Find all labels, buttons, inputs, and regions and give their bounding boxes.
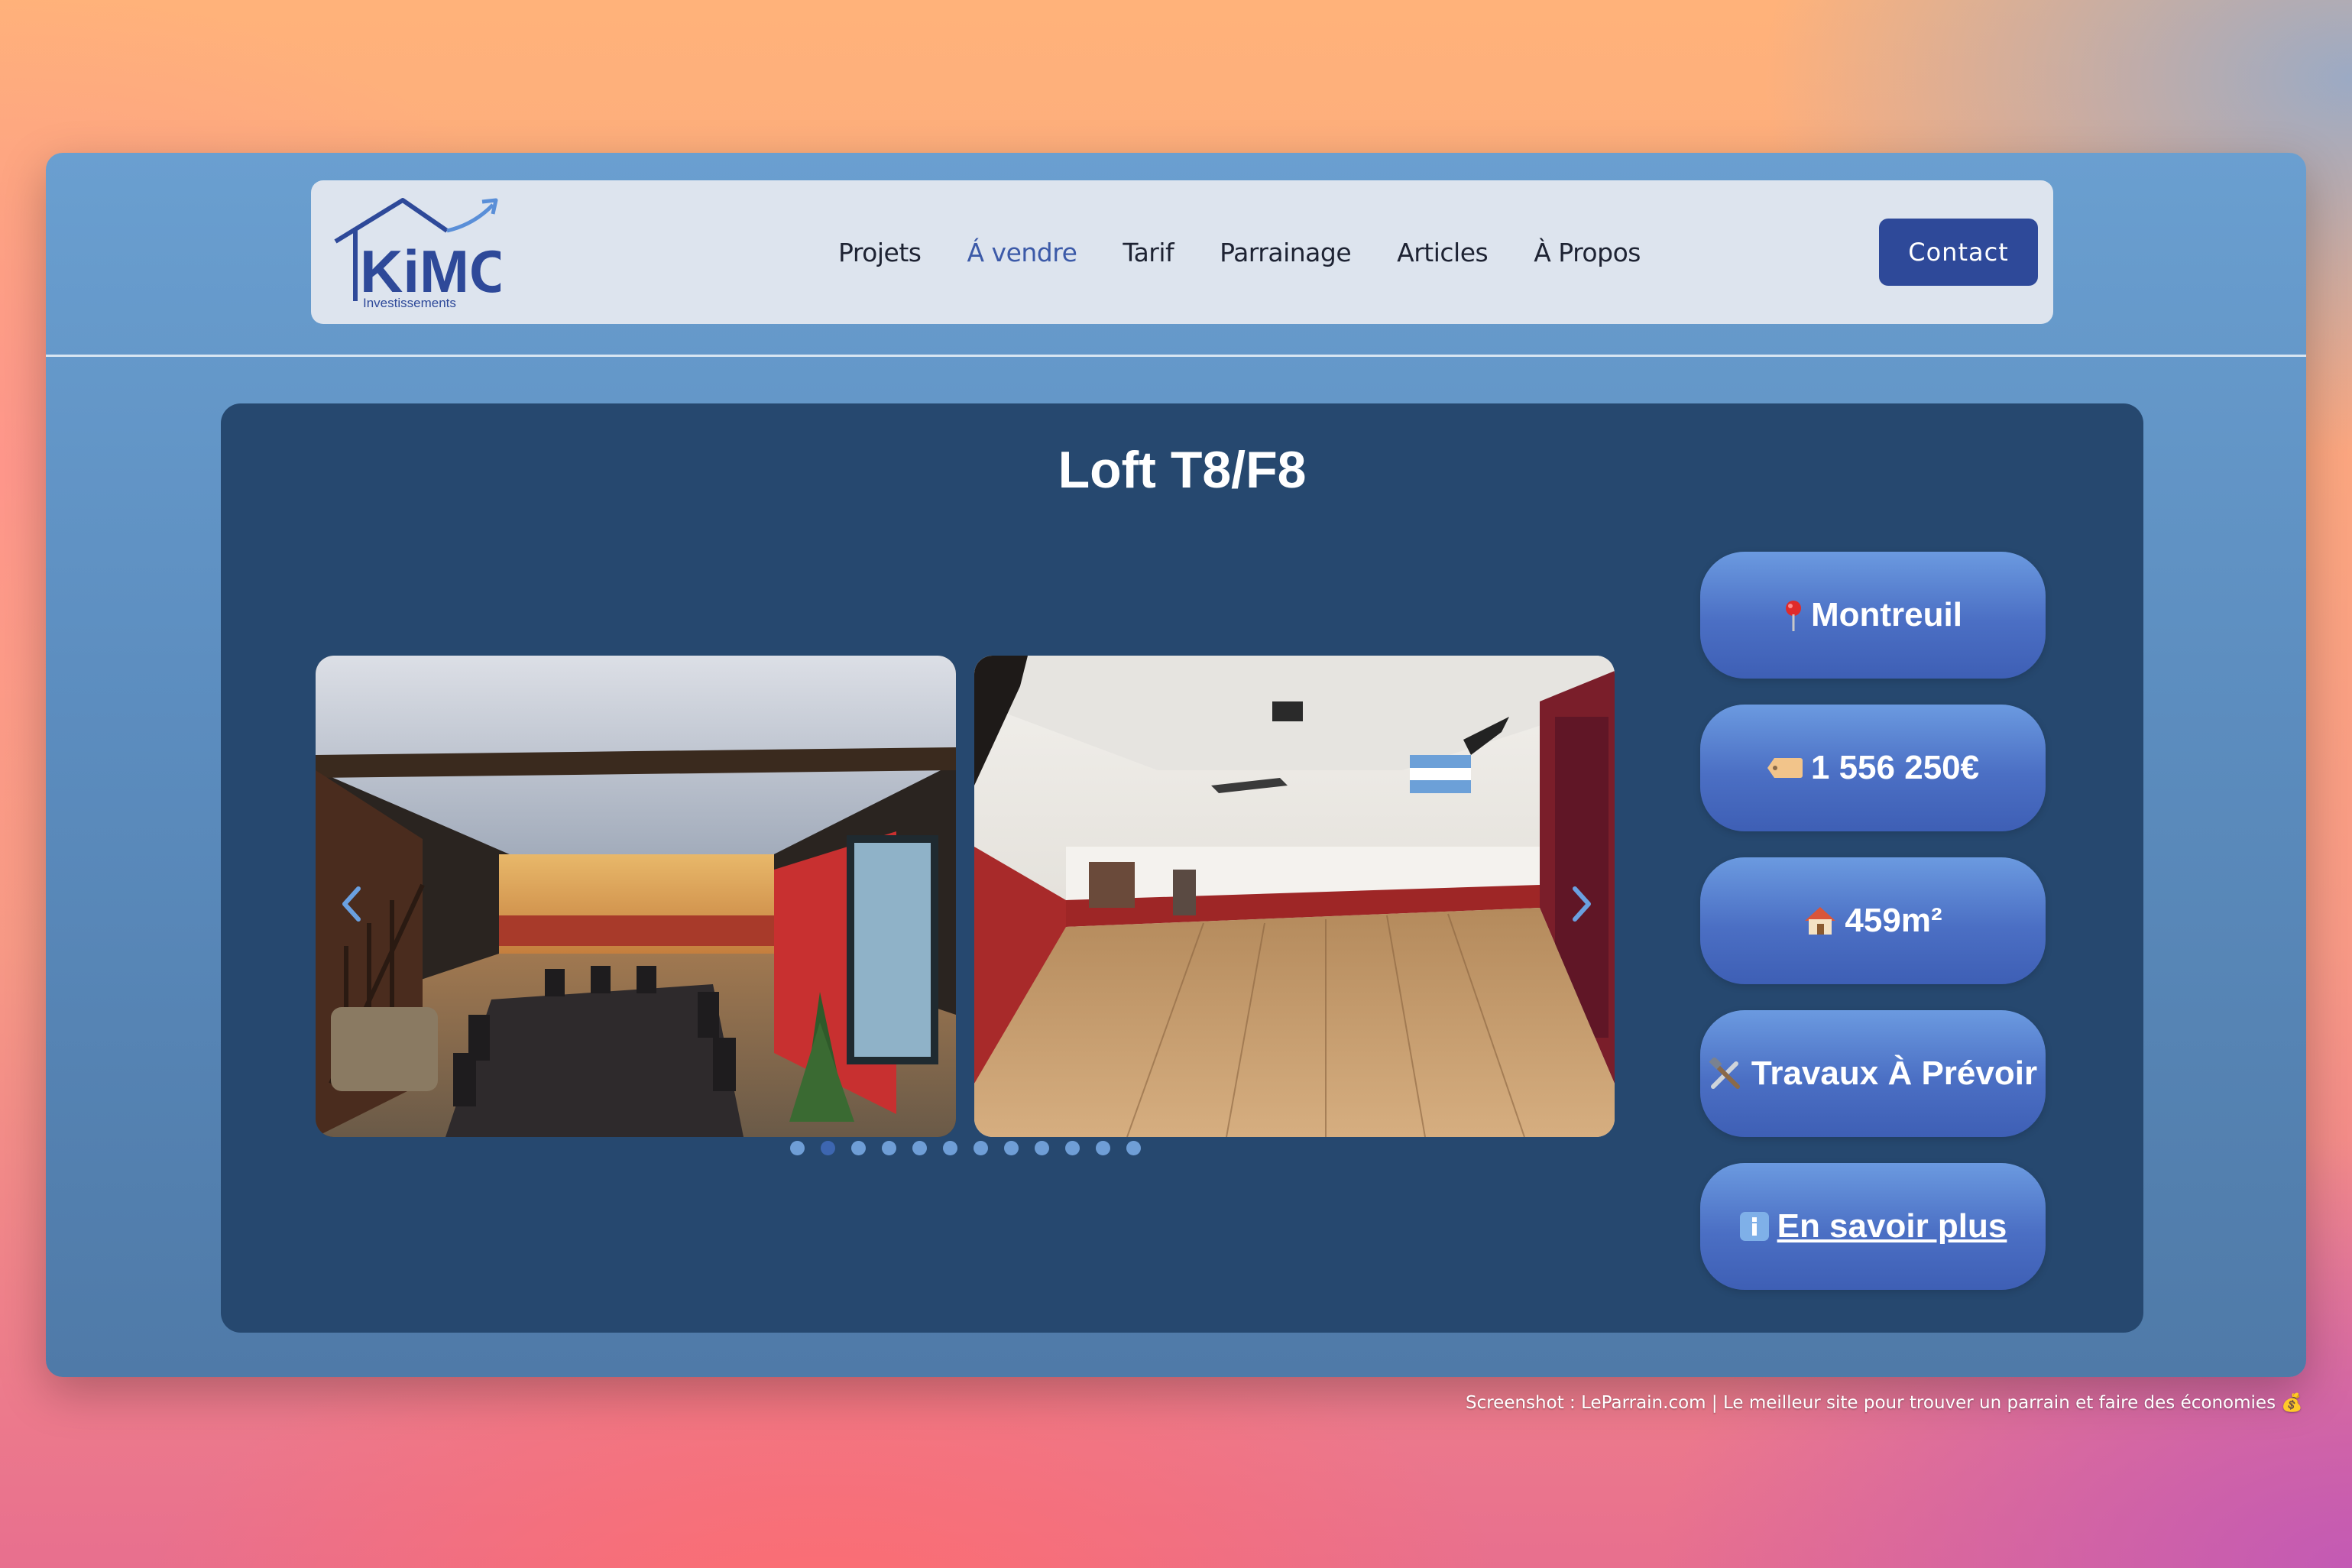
works-text: Travaux À Prévoir (1751, 1055, 2038, 1092)
surface-text: 459m² (1845, 902, 1942, 939)
empty-hall-wood-floor-photo (974, 656, 1615, 1137)
listing-title: Loft T8/F8 (1058, 441, 1307, 499)
carousel-dot[interactable] (912, 1141, 927, 1155)
logo-tagline-text: Investissements (363, 296, 456, 310)
listing-card: Loft T8/F8 Montreuil 1 556 250€ 459m² Tr… (221, 403, 2143, 1333)
carousel-photo-2[interactable] (974, 656, 1615, 1137)
more-info-button[interactable]: En savoir plus (1700, 1163, 2046, 1290)
house-icon (1803, 905, 1837, 936)
logo-house-icon: KiMO Investissements (334, 198, 516, 310)
nav-item-parrainage[interactable]: Parrainage (1197, 238, 1374, 267)
carousel-dot[interactable] (1064, 1141, 1080, 1155)
kimo-logo[interactable]: KiMO Investissements (332, 194, 516, 310)
carousel-dot[interactable] (942, 1141, 957, 1155)
location-text: Montreuil (1811, 596, 1962, 633)
info-icon (1739, 1211, 1770, 1242)
carousel-dot[interactable] (1003, 1141, 1019, 1155)
works-badge: Travaux À Prévoir (1700, 1010, 2046, 1137)
carousel-dot[interactable] (1034, 1141, 1049, 1155)
nav-item-projets[interactable]: Projets (815, 238, 944, 267)
nav-item-articles[interactable]: Articles (1374, 238, 1511, 267)
price-badge: 1 556 250€ (1700, 705, 2046, 831)
hall-with-dining-table-photo (316, 656, 956, 1137)
carousel-dot[interactable] (1095, 1141, 1110, 1155)
price-text: 1 556 250€ (1810, 749, 1980, 786)
screenshot-credit: Screenshot : LeParrain.com | Le meilleur… (1465, 1393, 2303, 1413)
header-divider (46, 355, 2306, 357)
tools-icon (1709, 1058, 1744, 1090)
browser-window: KiMO Investissements Projets Á vendre Ta… (46, 153, 2306, 1377)
surface-badge: 459m² (1700, 857, 2046, 984)
nav-item-a-propos[interactable]: À Propos (1511, 238, 1664, 267)
nav-links: Projets Á vendre Tarif Parrainage Articl… (815, 180, 1664, 324)
nav-item-a-vendre[interactable]: Á vendre (944, 238, 1100, 267)
pin-icon (1783, 599, 1803, 631)
photo-carousel[interactable] (316, 656, 1615, 1145)
carousel-dot[interactable] (789, 1141, 805, 1155)
location-badge: Montreuil (1700, 552, 2046, 679)
more-info-link[interactable]: En savoir plus (1777, 1207, 2007, 1246)
logo-brand-text: KiMO (360, 238, 501, 305)
carousel-dot[interactable] (850, 1141, 866, 1155)
top-navbar: KiMO Investissements Projets Á vendre Ta… (311, 180, 2053, 324)
carousel-photo-1[interactable] (316, 656, 956, 1137)
carousel-prev-button[interactable] (335, 881, 369, 927)
nav-item-tarif[interactable]: Tarif (1100, 238, 1197, 267)
chevron-right-icon (1573, 886, 1591, 922)
contact-button[interactable]: Contact (1879, 219, 2038, 286)
chevron-left-icon (342, 886, 361, 922)
carousel-next-button[interactable] (1564, 881, 1598, 927)
carousel-dot[interactable] (1126, 1141, 1141, 1155)
carousel-dot[interactable] (820, 1141, 835, 1155)
carousel-dot[interactable] (973, 1141, 988, 1155)
carousel-dot[interactable] (881, 1141, 896, 1155)
price-tag-icon (1767, 756, 1803, 779)
